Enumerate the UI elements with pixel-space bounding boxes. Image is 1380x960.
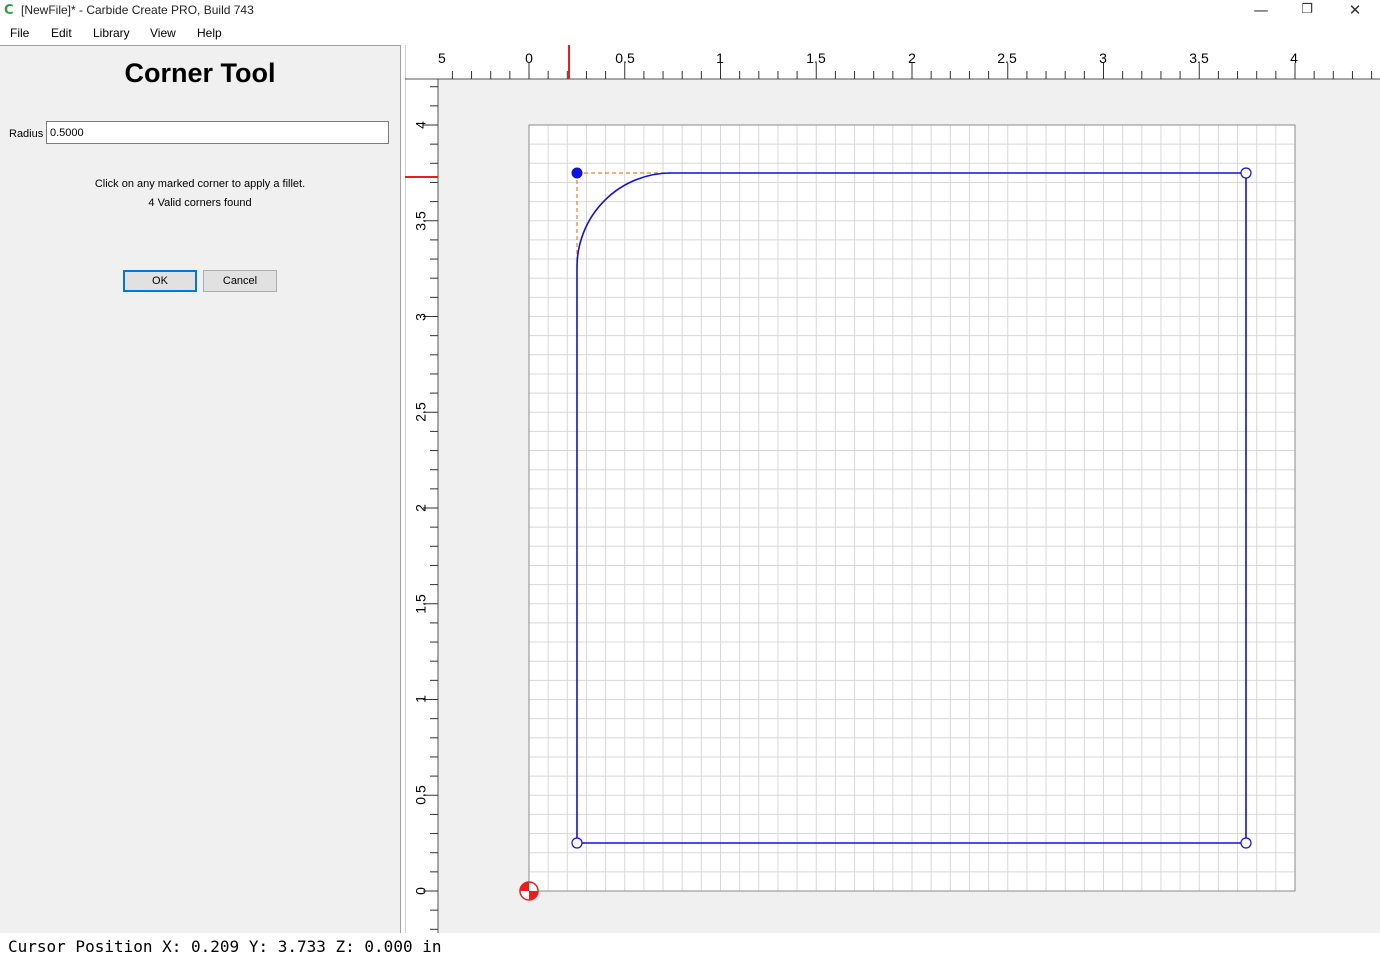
top-ruler-label: 0 (525, 50, 533, 66)
top-ruler-label: 3.5 (1189, 50, 1209, 66)
top-ruler-label: 0.5 (615, 50, 635, 66)
menu-help-label: Help (197, 26, 222, 40)
left-ruler-label: 0.5 (413, 785, 429, 805)
corner-marker[interactable] (1240, 837, 1252, 849)
menu-view-label: View (150, 26, 176, 40)
left-ruler-label: 1.5 (413, 594, 429, 614)
left-ruler-label: 3 (413, 313, 429, 321)
radius-label: Radius (9, 128, 44, 140)
top-ruler-label: 5 (438, 50, 446, 66)
close-icon: ✕ (1348, 1, 1362, 19)
ok-button[interactable]: OK (123, 270, 197, 292)
corner-marker[interactable] (571, 837, 583, 849)
top-ruler-label: 2.5 (997, 50, 1017, 66)
menu-library[interactable]: Library (93, 26, 130, 40)
design-view[interactable]: 5 0 0.5 1 1.5 2 2.5 3 3.5 4 4 3.5 3 2.5 … (404, 45, 1380, 933)
menu-library-label: Library (93, 26, 130, 40)
top-ruler-label: 4 (1290, 50, 1298, 66)
window-title: [NewFile]* - Carbide Create PRO, Build 7… (21, 3, 254, 17)
top-ruler-label: 2 (908, 50, 916, 66)
valid-corners-text: 4 Valid corners found (148, 197, 252, 209)
menu-help[interactable]: Help (197, 26, 222, 40)
restore-icon: ❐ (1301, 2, 1313, 17)
close-button[interactable]: ✕ (1332, 0, 1378, 22)
menu-edit[interactable]: Edit (51, 26, 72, 40)
carbide-c-icon: C (4, 3, 14, 18)
selected-corner-marker[interactable] (571, 167, 583, 179)
left-ruler-label: 3.5 (413, 211, 429, 231)
left-ruler-label: 0 (413, 887, 429, 895)
left-ruler-label: 2 (413, 504, 429, 512)
minimize-button[interactable]: — (1238, 0, 1284, 22)
restore-button[interactable]: ❐ (1284, 0, 1330, 22)
left-ruler-label: 4 (413, 121, 429, 129)
panel-title: Corner Tool (124, 58, 276, 88)
top-ruler-label: 1 (716, 50, 724, 66)
grid (529, 125, 1295, 891)
status-bar: Cursor Position X: 0.209 Y: 3.733 Z: 0.0… (0, 933, 1380, 960)
menu-bar: File Edit Library View Help (0, 22, 1380, 44)
cursor-position-text: Cursor Position X: 0.209 Y: 3.733 Z: 0.0… (8, 937, 442, 956)
top-ruler-label: 1.5 (806, 50, 826, 66)
cancel-button[interactable]: Cancel (203, 270, 277, 292)
radius-input[interactable] (46, 121, 389, 144)
corner-tool-panel: Corner Tool Radius Click on any marked c… (0, 45, 401, 934)
design-canvas[interactable]: 5 0 0.5 1 1.5 2 2.5 3 3.5 4 4 3.5 3 2.5 … (404, 45, 1380, 933)
title-bar: C [NewFile]* - Carbide Create PRO, Build… (0, 0, 1380, 22)
top-ruler-label: 3 (1099, 50, 1107, 66)
menu-file-label: File (10, 26, 30, 40)
menu-edit-label: Edit (51, 26, 72, 40)
left-ruler-label: 1 (413, 695, 429, 703)
menu-file[interactable]: File (10, 26, 29, 40)
instruction-text: Click on any marked corner to apply a fi… (94, 178, 306, 190)
menu-view[interactable]: View (150, 26, 176, 40)
minimize-icon: — (1253, 1, 1269, 19)
origin-marker-icon (519, 881, 539, 901)
left-ruler-label: 2.5 (413, 402, 429, 422)
corner-marker[interactable] (1240, 167, 1252, 179)
